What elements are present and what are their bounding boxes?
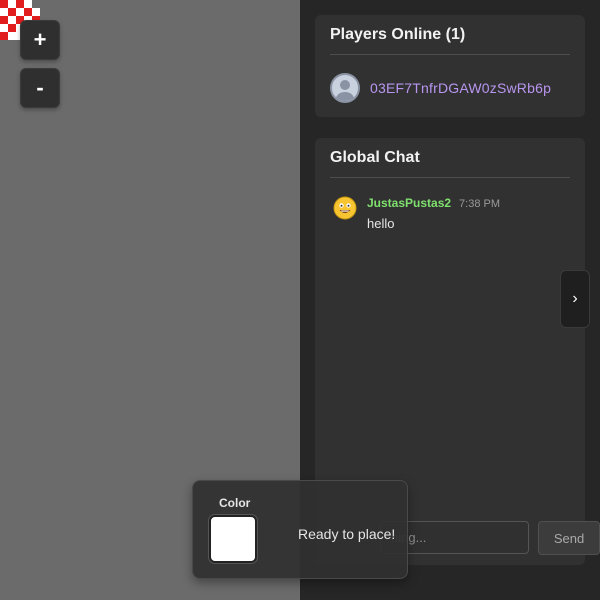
placement-status: Ready to place!	[298, 526, 396, 542]
player-list-item[interactable]: 03EF7TnfrDGAW0zSwRb6p	[315, 55, 585, 103]
players-online-card: Players Online (1) 03EF7TnfrDGAW0zSwRb6p	[315, 15, 585, 117]
global-chat-title: Global Chat	[330, 138, 570, 178]
zoom-in-button[interactable]: +	[20, 20, 60, 60]
chat-message-username: JustasPustas2	[367, 196, 452, 210]
chat-message-time: 7:38 PM	[459, 198, 501, 210]
zoom-out-button[interactable]: -	[20, 68, 60, 108]
smiley-avatar-icon	[333, 196, 357, 220]
selected-color-swatch[interactable]	[209, 515, 257, 563]
chat-message-text: hello	[367, 216, 395, 231]
default-user-avatar-icon	[330, 73, 360, 103]
send-button[interactable]: Send	[538, 521, 600, 555]
color-picker-panel: Color Ready to place!	[192, 480, 408, 579]
player-name: 03EF7TnfrDGAW0zSwRb6p	[370, 80, 552, 96]
color-label: Color	[219, 496, 251, 510]
players-online-title: Players Online (1)	[330, 15, 570, 55]
chat-message: JustasPustas2 7:38 PM hello	[315, 178, 585, 231]
chat-collapse-toggle[interactable]: ›	[560, 270, 590, 328]
